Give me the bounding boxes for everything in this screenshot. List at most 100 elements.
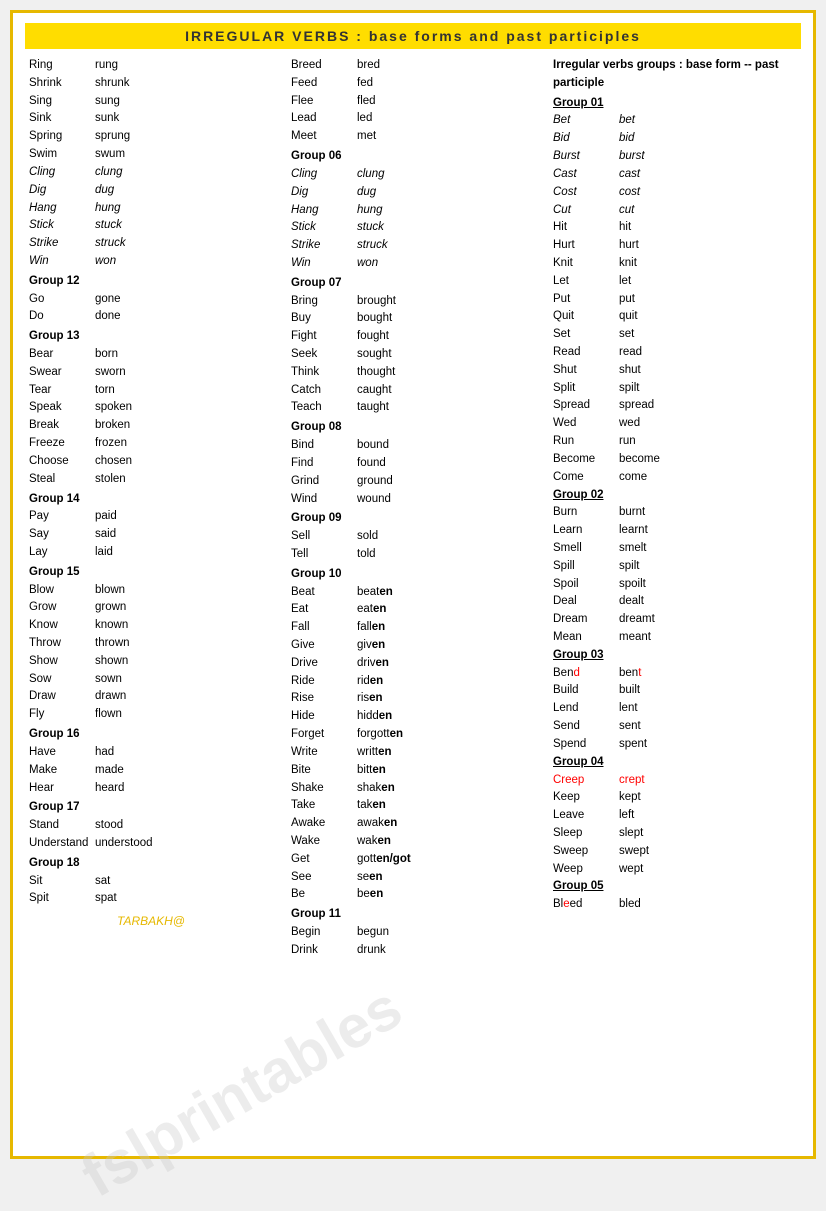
past-form: stolen	[95, 471, 126, 489]
verb-row: Cost cost	[553, 184, 797, 202]
past-form: spoilt	[619, 576, 646, 594]
past-form: begun	[357, 924, 389, 942]
base-form: Shut	[553, 362, 613, 380]
group-label: Group 16	[29, 726, 273, 744]
verb-row: Saysaid	[29, 526, 273, 544]
past-form: hung	[357, 202, 383, 220]
base-form: Make	[29, 762, 89, 780]
header-title: IRREGULAR VERBS : base forms and past pa…	[185, 28, 641, 44]
verb-row: Drawdrawn	[29, 688, 273, 706]
past-form: learnt	[619, 522, 648, 540]
verb-row: Flyflown	[29, 706, 273, 724]
verb-row: Winwon	[291, 255, 535, 273]
verb-row: Taketaken	[291, 797, 535, 815]
verb-row: Sinksunk	[29, 110, 273, 128]
group-label: Group 07	[291, 275, 535, 293]
past-form: become	[619, 451, 660, 469]
verb-row: Stealstolen	[29, 471, 273, 489]
past-form: laid	[95, 544, 113, 562]
verb-row: Spoil spoilt	[553, 576, 797, 594]
verb-row: Creepcrept	[553, 772, 797, 790]
base-form: Strike	[291, 237, 351, 255]
base-form: Spoil	[553, 576, 613, 594]
past-form: beaten	[357, 584, 393, 602]
past-form: grown	[95, 599, 126, 617]
base-form: Cling	[291, 166, 351, 184]
past-form: shown	[95, 653, 128, 671]
base-form: Pay	[29, 508, 89, 526]
past-form: led	[357, 110, 372, 128]
past-form: hit	[619, 219, 631, 237]
base-form: Send	[553, 718, 613, 736]
past-form: kept	[619, 789, 641, 807]
base-form: Say	[29, 526, 89, 544]
base-form: Eat	[291, 601, 351, 619]
past-form: made	[95, 762, 124, 780]
past-form: hidden	[357, 708, 392, 726]
verb-row: Castcast	[553, 166, 797, 184]
base-form: Hit	[553, 219, 613, 237]
verb-row: Hanghung	[29, 200, 273, 218]
past-form: forgotten	[357, 726, 403, 744]
verb-row: Digdug	[29, 182, 273, 200]
verb-row: Swimswum	[29, 146, 273, 164]
verb-row: Digdug	[291, 184, 535, 202]
past-form: broken	[95, 417, 130, 435]
verb-row: Buildbuilt	[553, 682, 797, 700]
past-form: sprung	[95, 128, 130, 146]
past-form: drunk	[357, 942, 386, 960]
verb-row: Letlet	[553, 273, 797, 291]
verb-row: Clingclung	[29, 164, 273, 182]
base-form: Smell	[553, 540, 613, 558]
verb-row: Forgetforgotten	[291, 726, 535, 744]
verb-row: Putput	[553, 291, 797, 309]
verb-row: Learnlearnt	[553, 522, 797, 540]
base-form: Keep	[553, 789, 613, 807]
past-form: wept	[619, 861, 643, 879]
past-form: struck	[357, 237, 388, 255]
verb-row: Burnburnt	[553, 504, 797, 522]
verb-row: Findfound	[291, 455, 535, 473]
verb-row: Make made	[29, 762, 273, 780]
past-form: spat	[95, 890, 117, 908]
past-form: rung	[95, 57, 118, 75]
past-form: cost	[619, 184, 640, 202]
past-form: spoken	[95, 399, 132, 417]
base-form: Sweep	[553, 843, 613, 861]
past-form: bled	[619, 896, 641, 914]
base-form: See	[291, 869, 351, 887]
verb-row: Hurthurt	[553, 237, 797, 255]
verb-row: Bindbound	[291, 437, 535, 455]
base-form: Quit	[553, 308, 613, 326]
base-form: Sleep	[553, 825, 613, 843]
verb-row: Hidehidden	[291, 708, 535, 726]
past-form: swept	[619, 843, 649, 861]
verb-row: Cling clung	[291, 166, 535, 184]
verb-row: Breakbroken	[29, 417, 273, 435]
base-form: Breed	[291, 57, 351, 75]
past-form: knit	[619, 255, 637, 273]
column-2: BreedbredFeedfedFleefledLeadledMeetmetGr…	[287, 57, 539, 960]
past-form: meant	[619, 629, 651, 647]
base-form: Sow	[29, 671, 89, 689]
verb-row: Cutcut	[553, 202, 797, 220]
past-form: given	[357, 637, 385, 655]
past-form: clung	[357, 166, 385, 184]
past-form: stood	[95, 817, 123, 835]
base-form: Swear	[29, 364, 89, 382]
verb-row: Growgrown	[29, 599, 273, 617]
past-form: known	[95, 617, 128, 635]
verb-row: Telltold	[291, 546, 535, 564]
verb-row: Spendspent	[553, 736, 797, 754]
past-form: met	[357, 128, 376, 146]
base-form: Begin	[291, 924, 351, 942]
base-form: Stick	[291, 219, 351, 237]
past-form: eaten	[357, 601, 386, 619]
verb-row: Laylaid	[29, 544, 273, 562]
base-form: Cost	[553, 184, 613, 202]
past-form: spilt	[619, 558, 639, 576]
verb-row: Rideriden	[291, 673, 535, 691]
past-form: risen	[357, 690, 383, 708]
base-form: Wed	[553, 415, 613, 433]
group-label: Group 01	[553, 95, 797, 113]
